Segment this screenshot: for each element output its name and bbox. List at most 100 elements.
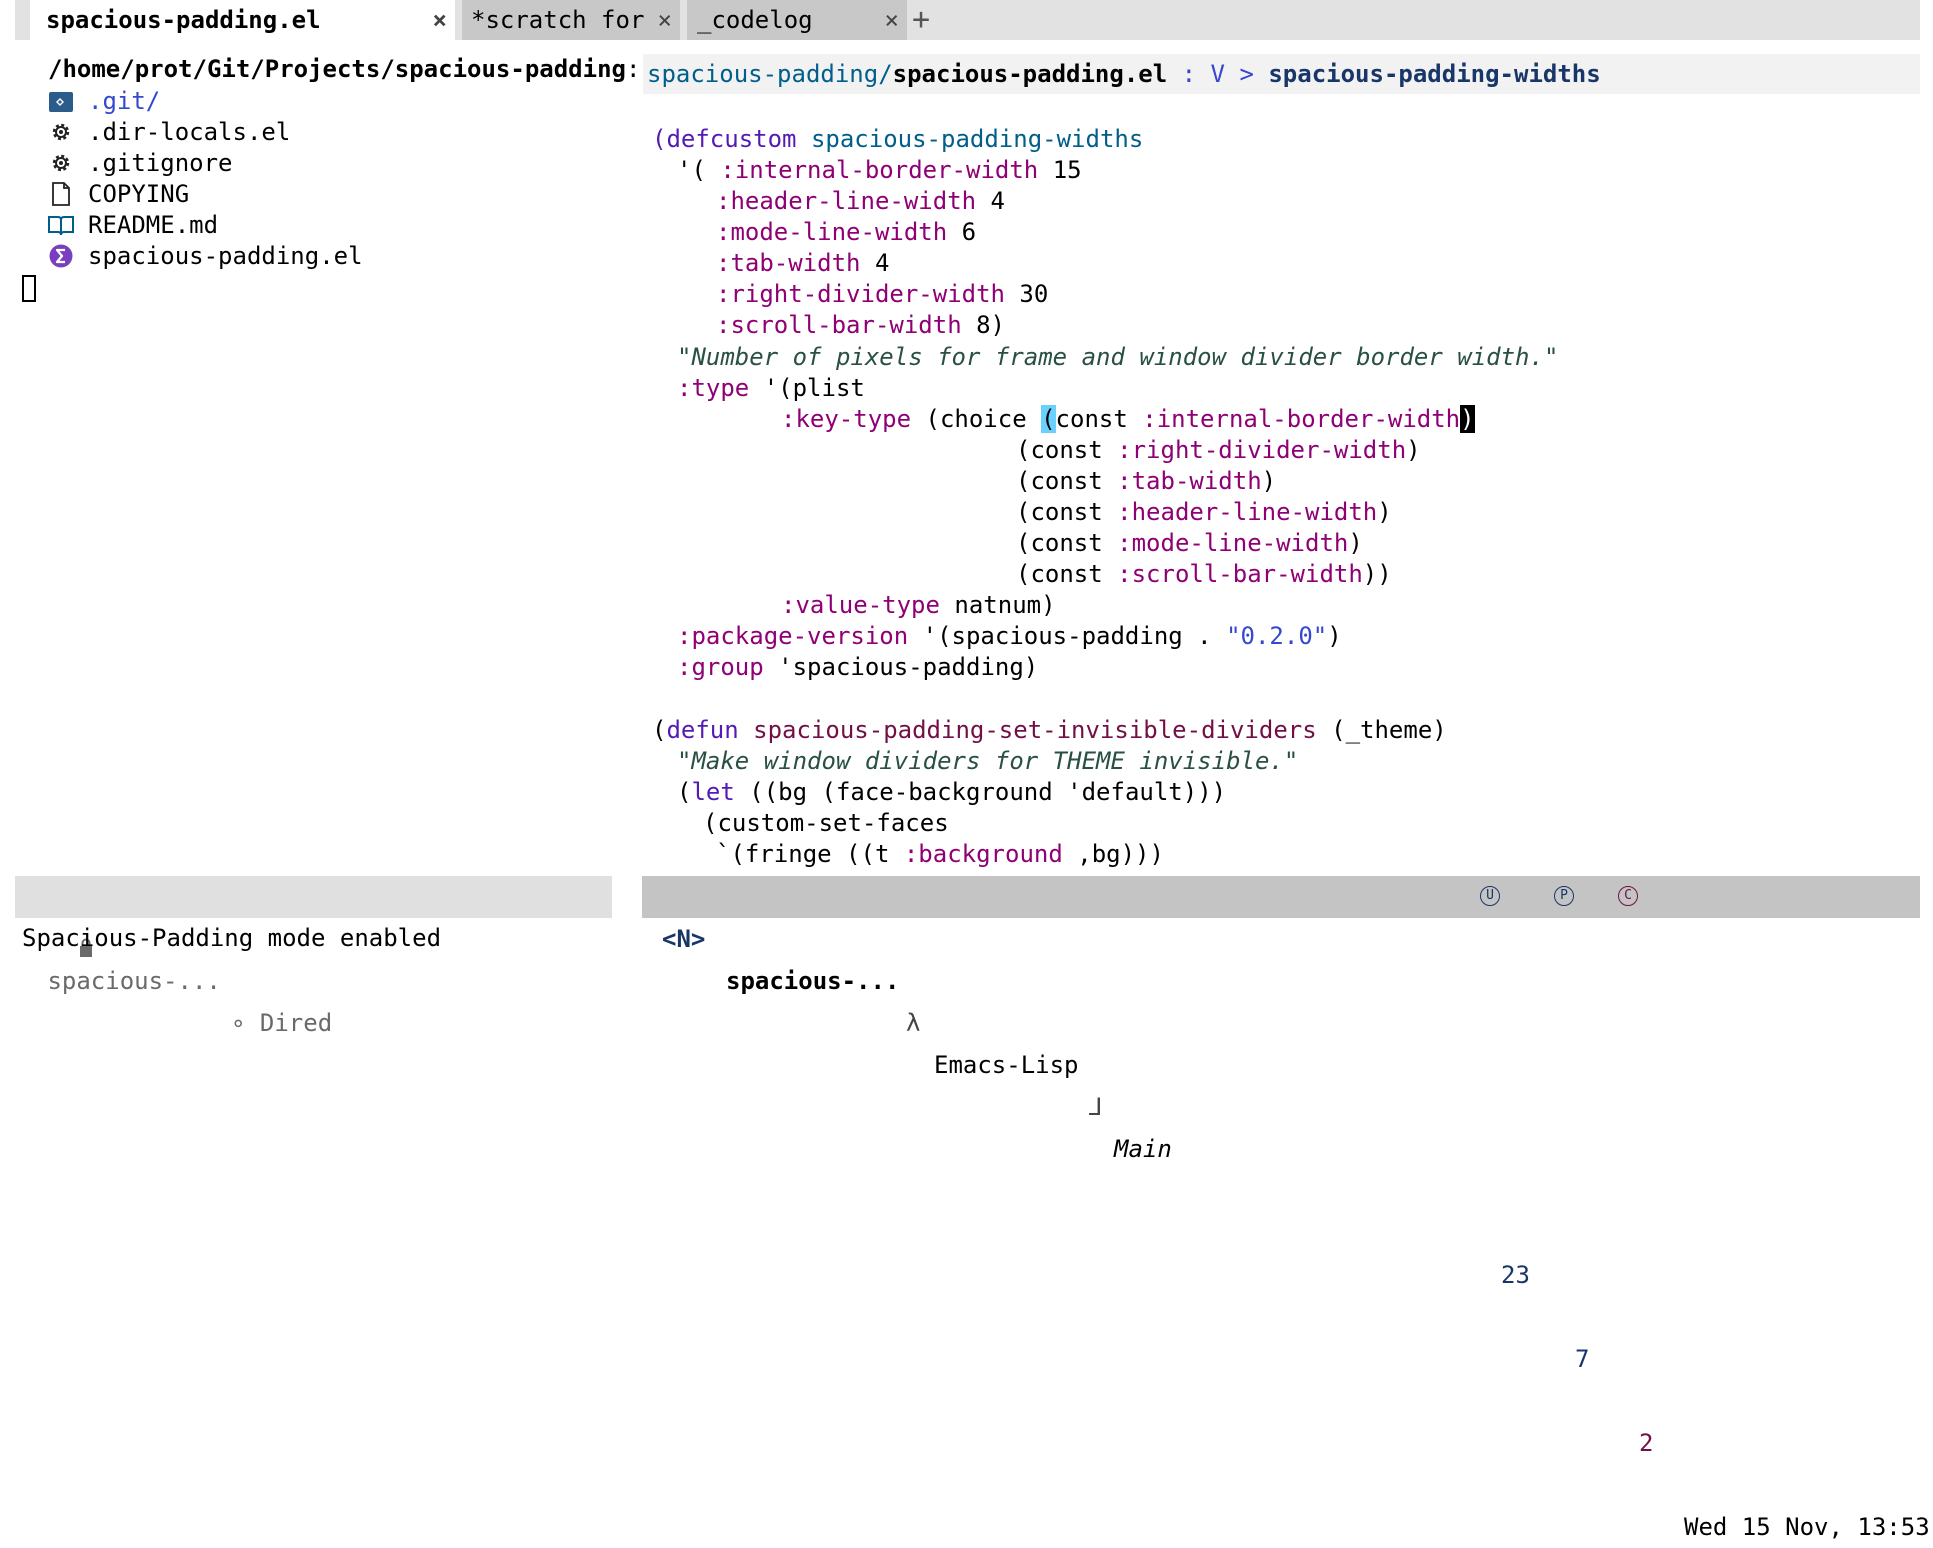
tab-codelog[interactable]: _codelog × bbox=[687, 0, 907, 40]
code-text: (choice bbox=[911, 405, 1042, 433]
code-keyword: :group bbox=[677, 653, 764, 681]
p-count: 7 bbox=[1575, 1345, 1590, 1373]
code-line: :package-version '(spacious-padding . "0… bbox=[677, 621, 1342, 652]
code-line: (defun spacious-padding-set-invisible-di… bbox=[652, 715, 1447, 746]
code-text: 4 bbox=[860, 249, 890, 277]
code-text: (const bbox=[1016, 467, 1118, 495]
gear-icon bbox=[48, 150, 74, 176]
dired-path: /home/prot/Git/Projects/spacious-padding bbox=[48, 55, 626, 83]
add-tab-icon[interactable]: + bbox=[912, 2, 930, 37]
code-text: (_theme) bbox=[1316, 716, 1447, 744]
code-text: ( bbox=[652, 716, 667, 744]
code-text: `(fringe ((t bbox=[716, 840, 904, 868]
function-name: spacious-padding-set-invisible-dividers bbox=[738, 716, 1317, 744]
keyword: let bbox=[691, 778, 735, 806]
string-literal: "0.2.0" bbox=[1226, 622, 1328, 650]
code-text: '( bbox=[677, 156, 721, 184]
code-keyword: :right-divider-width bbox=[716, 280, 1005, 308]
code-keyword: :mode-line-width bbox=[716, 218, 948, 246]
code-line: (const :header-line-width) bbox=[1016, 497, 1392, 528]
code-text: ) bbox=[1377, 498, 1392, 526]
dired-entry[interactable]: COPYING bbox=[88, 179, 189, 209]
tab-scratch[interactable]: *scratch for s × bbox=[462, 0, 680, 40]
dired-entry[interactable]: .gitignore bbox=[88, 148, 233, 178]
code-text: (const bbox=[1016, 498, 1118, 526]
tab-spacious-padding[interactable]: spacious-padding.el × bbox=[30, 0, 455, 40]
code-text: 30 bbox=[1004, 280, 1049, 308]
code-text: ,bg))) bbox=[1062, 840, 1164, 868]
code-text: 6 bbox=[947, 218, 977, 246]
dired-entry[interactable]: .git/ bbox=[88, 86, 160, 116]
breadcrumb-dir[interactable]: spacious-padding/ bbox=[647, 60, 893, 88]
breadcrumb-file[interactable]: spacious-padding.el bbox=[893, 60, 1168, 88]
code-keyword: :tab-width bbox=[1117, 467, 1262, 495]
code-line: :mode-line-width 6 bbox=[716, 217, 976, 248]
mode-line-inactive[interactable]: spacious-... ∘ Dired bbox=[15, 876, 612, 1037]
major-mode[interactable]: Emacs-Lisp bbox=[934, 1044, 1079, 1086]
tab-label: _codelog bbox=[697, 6, 813, 34]
code-line: :key-type (choice (const :internal-borde… bbox=[781, 404, 1475, 435]
tab-label: *scratch for s bbox=[471, 6, 674, 34]
code-keyword: :type bbox=[677, 374, 750, 402]
dired-header: /home/prot/Git/Projects/spacious-padding… bbox=[48, 54, 640, 84]
close-icon[interactable]: × bbox=[885, 6, 899, 34]
code-text: const bbox=[1055, 405, 1143, 433]
code-text: )) bbox=[1362, 560, 1392, 588]
breadcrumb-arrow: > bbox=[1225, 60, 1269, 88]
close-icon[interactable]: × bbox=[433, 6, 447, 34]
code-keyword: :background bbox=[903, 840, 1063, 868]
code-line: (const :right-divider-width) bbox=[1016, 435, 1421, 466]
lambda-icon: λ bbox=[906, 1009, 921, 1037]
dired-entry[interactable]: .dir-locals.el bbox=[88, 117, 290, 147]
code-line: (const :scroll-bar-width)) bbox=[1016, 559, 1392, 590]
variable-name: spacious-padding-widths bbox=[810, 125, 1144, 153]
code-text: ) bbox=[1406, 436, 1421, 464]
u-count: 23 bbox=[1501, 1261, 1530, 1289]
dired-entry[interactable]: README.md bbox=[88, 210, 218, 240]
code-line: :tab-width 4 bbox=[716, 248, 889, 279]
code-keyword: :right-divider-width bbox=[1117, 436, 1407, 464]
circled-u-icon: U bbox=[1480, 886, 1500, 906]
code-text: (const bbox=[1016, 560, 1118, 588]
code-line: (defcustom spacious-padding-widths bbox=[652, 124, 1143, 155]
docstring: "Make window dividers for THEME invisibl… bbox=[677, 747, 1299, 775]
code-line: :scroll-bar-width 8) bbox=[716, 310, 1005, 341]
code-keyword: :package-version bbox=[677, 622, 909, 650]
code-line: '( :internal-border-width 15 bbox=[677, 155, 1082, 186]
code-line: (let ((bg (face-background 'default))) bbox=[677, 777, 1226, 808]
code-keyword: :value-type bbox=[781, 591, 940, 619]
c-count: 2 bbox=[1639, 1429, 1654, 1457]
breadcrumb-kind: V bbox=[1210, 60, 1225, 88]
code-line: (const :mode-line-width) bbox=[1016, 528, 1363, 559]
circled-p-icon: P bbox=[1554, 886, 1574, 906]
mode-line-active[interactable]: <N> spacious-... λ Emacs-Lisp ⅃ Main U 2… bbox=[642, 876, 1930, 1541]
gear-icon bbox=[48, 119, 74, 145]
code-text: natnum) bbox=[939, 591, 1056, 619]
code-line: :value-type natnum) bbox=[781, 590, 1056, 621]
evil-state: <N> bbox=[662, 925, 706, 953]
book-icon bbox=[48, 212, 74, 238]
code-keyword: :mode-line-width bbox=[1117, 529, 1349, 557]
code-text: ( bbox=[677, 778, 692, 806]
code-text: (const bbox=[1016, 529, 1118, 557]
close-icon[interactable]: × bbox=[655, 6, 672, 34]
code-text: '(plist bbox=[749, 374, 865, 402]
code-line: `(fringe ((t :background ,bg))) bbox=[716, 839, 1164, 870]
code-text: '(spacious-padding . bbox=[908, 622, 1227, 650]
dired-entry[interactable]: spacious-padding.el bbox=[88, 241, 363, 271]
code-line: :group 'spacious-padding) bbox=[677, 652, 1038, 683]
text-cursor: ) bbox=[1460, 405, 1475, 433]
code-line: (const :tab-width) bbox=[1016, 466, 1276, 497]
circled-c-icon: C bbox=[1618, 886, 1638, 906]
breadcrumb-symbol[interactable]: spacious-padding-widths bbox=[1268, 60, 1600, 88]
emacs-icon bbox=[48, 243, 74, 269]
vc-branch[interactable]: Main bbox=[1114, 1128, 1172, 1170]
mode-line-buffer[interactable]: spacious-... bbox=[726, 960, 899, 1002]
code-keyword: :scroll-bar-width bbox=[716, 311, 962, 339]
dired-header-colon: : bbox=[625, 55, 641, 83]
code-text: ) bbox=[1327, 622, 1342, 650]
breadcrumb: spacious-padding/spacious-padding.el : V… bbox=[643, 54, 1920, 94]
code-keyword: :key-type bbox=[781, 405, 912, 433]
code-line: :right-divider-width 30 bbox=[716, 279, 1048, 310]
echo-area: Spacious-Padding mode enabled bbox=[22, 924, 442, 952]
